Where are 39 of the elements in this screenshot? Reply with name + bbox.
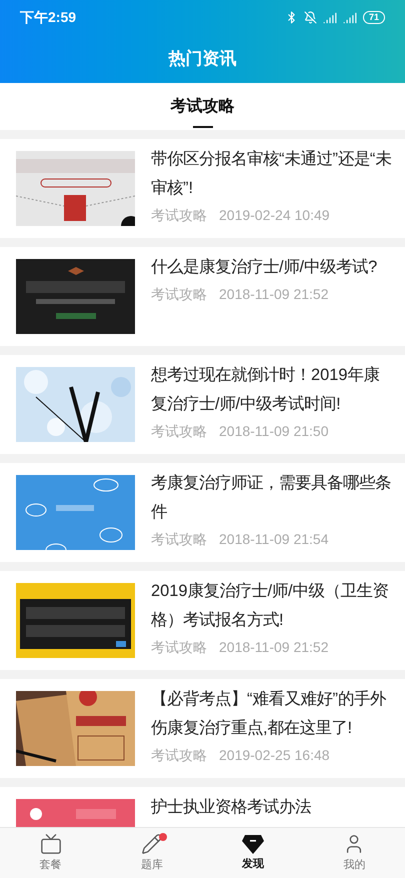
article-date: 2018-11-09 21:54 <box>219 530 328 549</box>
article-card[interactable]: 想考过现在就倒计时！2019年康复治疗士/师/中级考试时间! 考试攻略 2018-11-09 21:50 <box>0 355 405 454</box>
article-category: 考试攻略 <box>151 530 207 549</box>
tv-icon <box>40 832 62 855</box>
article-category: 考试攻略 <box>151 746 207 765</box>
mute-icon <box>304 11 317 24</box>
article-card[interactable]: 【必背考点】“难看又难好”的手外伤康复治疗重点,都在这里了! 考试攻略 2019-02-25 16:48 <box>0 679 405 778</box>
nav-tab[interactable]: 题库 <box>101 828 202 878</box>
article-category: 考试攻略 <box>151 638 207 657</box>
nav-tab[interactable]: 套餐 <box>0 828 102 878</box>
signal-icon <box>322 10 337 24</box>
article-date: 2018-11-09 21:52 <box>219 285 328 304</box>
article-date: 2019-02-24 10:49 <box>219 206 330 225</box>
battery-indicator: 71 <box>362 11 385 24</box>
article-card[interactable]: 带你区分报名审核“未通过”还是“未审核”! 考试攻略 2019-02-24 10:49 <box>0 139 405 238</box>
article-card[interactable]: 什么是康复治疗士/师/中级考试? 考试攻略 2018-11-09 21:52 <box>0 247 405 346</box>
article-card[interactable]: 护士执业资格考试办法 <box>0 787 405 827</box>
article-title: 2019康复治疗士/师/中级（卫生资格）考试报名方式! <box>151 581 390 631</box>
article-category: 考试攻略 <box>151 206 207 225</box>
article-card[interactable]: 2019康复治疗士/师/中级（卫生资格）考试报名方式! 考试攻略 2018-11-09 21:52 <box>0 571 405 670</box>
article-title: 带你区分报名审核“未通过”还是“未审核”! <box>151 149 392 199</box>
article-title: 什么是康复治疗士/师/中级考试? <box>151 257 378 278</box>
pencil-icon <box>140 832 163 855</box>
nav-tab[interactable]: 我的 <box>304 828 405 878</box>
diamond-icon <box>242 834 264 854</box>
article-category: 考试攻略 <box>151 422 207 441</box>
article-date: 2018-11-09 21:50 <box>219 422 328 441</box>
article-title: 想考过现在就倒计时！2019年康复治疗士/师/中级考试时间! <box>151 365 380 415</box>
nav-tab[interactable]: 发现 <box>202 828 304 878</box>
status-time: 下午2:59 <box>20 8 76 27</box>
signal-icon <box>342 10 357 24</box>
article-category: 考试攻略 <box>151 285 207 304</box>
article-title: 考康复治疗师证，需要具备哪些条件 <box>151 473 392 523</box>
article-card[interactable]: 考康复治疗师证，需要具备哪些条件 考试攻略 2018-11-09 21:54 <box>0 463 405 562</box>
article-date: 2019-02-25 16:48 <box>219 746 330 765</box>
article-title: 【必背考点】“难看又难好”的手外伤康复治疗重点,都在这里了! <box>151 689 388 739</box>
article-title: 护士执业资格考试办法 <box>151 797 312 818</box>
page-title: 热门资讯 <box>168 48 236 70</box>
article-date: 2018-11-09 21:52 <box>219 638 328 657</box>
